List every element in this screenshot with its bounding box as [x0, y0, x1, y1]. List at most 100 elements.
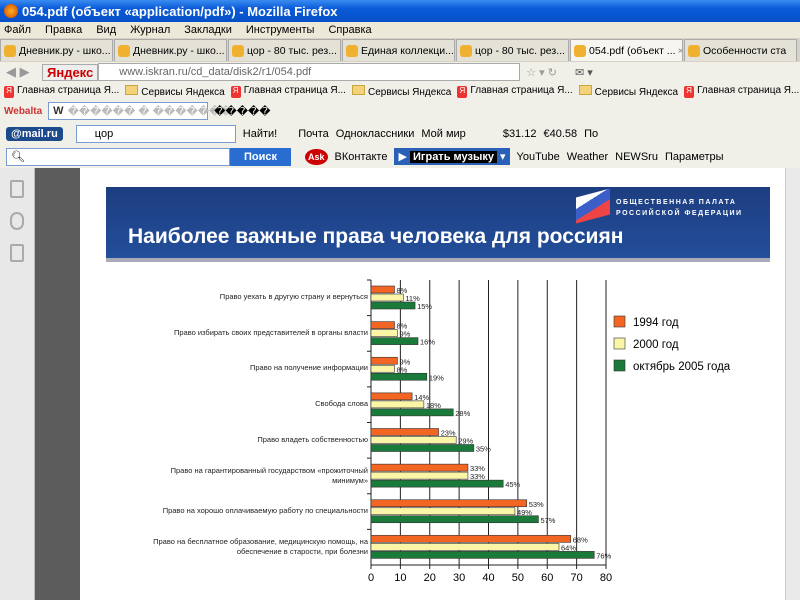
x-tick-label: 70 [571, 572, 583, 584]
x-tick-label: 10 [394, 572, 406, 584]
data-label: 33% [470, 472, 485, 481]
tab-favicon-icon [574, 44, 586, 57]
mailru-toolbar: @mail.ru цор Найти! Почта Одноклассники … [0, 122, 800, 145]
tab[interactable]: Дневник.ру - шко...× [0, 39, 113, 61]
tab-favicon-icon [688, 44, 700, 57]
newsru-link[interactable]: NEWSru [615, 151, 658, 163]
menu-item[interactable]: Журнал [130, 24, 170, 36]
legend-swatch [613, 315, 626, 328]
settings-link[interactable]: Параметры [665, 151, 724, 163]
ask-toolbar: 🔍︎ Поиск Ask ВКонтакте ▶ Играть музыку ▾… [0, 145, 800, 168]
ask-icon[interactable]: Ask [305, 148, 328, 165]
bar [370, 356, 398, 365]
webalta-search-input[interactable]: W ������ � ������� [48, 102, 232, 120]
tab[interactable]: 054.pdf (объект ...× [570, 39, 683, 61]
category-label: Право на гарантированный государством «п… [170, 466, 368, 486]
bookmark-item[interactable]: Сервисы Яндекса [578, 84, 679, 98]
tab[interactable]: цор - 80 тыс. рез...× [456, 39, 569, 61]
bar [370, 479, 504, 488]
back-forward-icon[interactable]: ◀ ▶ [6, 64, 30, 80]
folder-icon [351, 84, 365, 95]
close-tab-icon[interactable]: × [337, 45, 340, 57]
mail-icon[interactable]: ✉ ▾ [575, 66, 593, 79]
x-tick-label: 60 [541, 572, 553, 584]
play-music-button[interactable]: ▶ Играть музыку ▾ [394, 148, 510, 165]
legend-label: октябрь 2005 года [633, 361, 731, 373]
vertical-scrollbar[interactable] [785, 168, 800, 600]
window-title: 054.pdf (объект «application/pdf») - Moz… [22, 3, 338, 19]
bookmark-item[interactable]: Сервисы Яндекса [351, 84, 451, 98]
x-tick-label: 40 [482, 572, 494, 584]
close-tab-icon[interactable]: × [565, 45, 568, 57]
x-tick-label: 20 [424, 572, 436, 584]
close-tab-icon[interactable]: × [111, 45, 112, 57]
bar [370, 444, 475, 452]
category-label: Право уехать в другую страну и вернуться [219, 292, 368, 301]
bar [370, 499, 527, 508]
bar [370, 285, 395, 294]
menu-item[interactable]: Закладки [184, 24, 232, 36]
category-label: Право на бесплатное образование, медицин… [153, 537, 368, 557]
tab[interactable]: цор - 80 тыс. рез...× [228, 39, 341, 61]
pdf-gutter [35, 168, 80, 600]
bar [370, 463, 469, 472]
mail-link[interactable]: Почта [298, 128, 329, 140]
window-title-bar: 054.pdf (объект «application/pdf») - Moz… [0, 0, 800, 22]
tab[interactable]: Единая коллекци...× [342, 39, 455, 61]
bar [370, 428, 439, 436]
vkontakte-link[interactable]: ВКонтакте [335, 151, 388, 163]
mailru-search-input[interactable]: цор [75, 124, 236, 143]
tab-label: 054.pdf (объект ... [589, 44, 676, 57]
data-label: 28% [455, 409, 470, 418]
toolbar-search-input[interactable]: 🔍︎ [6, 147, 230, 166]
menu-item[interactable]: Справка [328, 24, 371, 36]
webalta-field-text: ������ � ������� [67, 105, 232, 118]
yandex-icon: Я [684, 85, 695, 98]
bookmark-label: Главная страница Я... [470, 84, 573, 96]
bookmark-item[interactable]: Я Главная страница Я... [230, 85, 346, 98]
close-tab-icon[interactable]: × [676, 45, 682, 57]
category-label: Право избирать своих представителей в ор… [173, 327, 368, 337]
bookmark-item[interactable]: Я Главная страница Я... [457, 84, 573, 98]
menu-item[interactable]: Инструменты [246, 24, 315, 36]
url-input[interactable]: www.iskran.ru/cd_data/disk2/r1/054.pdf [98, 63, 521, 81]
menu-item[interactable]: Файл [4, 24, 31, 36]
category-label: Право на хорошо оплачиваемую работу по с… [162, 505, 368, 515]
menu-item[interactable]: Вид [96, 24, 116, 36]
close-tab-icon[interactable]: × [225, 45, 226, 57]
moy-mir-link[interactable]: Мой мир [421, 128, 465, 140]
pages-icon[interactable] [10, 180, 24, 198]
yandex-icon: Я [230, 85, 241, 98]
bookmark-star-icon[interactable]: ☆ ▾ ↻ [526, 66, 557, 79]
search-binoculars-icon[interactable] [10, 244, 24, 262]
menu-item[interactable]: Правка [45, 24, 82, 36]
youtube-link[interactable]: YouTube [517, 151, 560, 163]
attachment-icon[interactable] [10, 212, 24, 230]
data-label: 15% [417, 302, 432, 311]
tab[interactable]: Дневник.ру - шко...× [114, 39, 227, 61]
close-tab-icon[interactable]: × [454, 45, 455, 57]
bookmark-item[interactable]: Я Главная страница Я... [684, 85, 799, 98]
bookmark-label: Сервисы Яндекса [594, 86, 679, 98]
bar [370, 515, 539, 524]
weather-link[interactable]: Weather [567, 151, 608, 163]
bookmark-item[interactable]: Сервисы Яндекса [125, 84, 225, 98]
odnoklassniki-link[interactable]: Одноклассники [336, 128, 415, 140]
bar [370, 436, 457, 444]
bookmark-label: Сервисы Яндекса [141, 86, 225, 98]
find-button[interactable]: Найти! [243, 128, 277, 140]
tab[interactable]: Особенности ста [684, 39, 797, 61]
bar [370, 535, 572, 543]
mailru-query: цор [94, 127, 114, 140]
x-tick-label: 0 [368, 572, 374, 584]
yandex-button[interactable]: Яндекс [42, 63, 99, 81]
tab-label: Особенности ста [703, 44, 787, 57]
bar [370, 293, 404, 302]
legend-swatch [613, 337, 626, 350]
firefox-icon [4, 4, 18, 18]
data-label: 64% [561, 543, 576, 552]
bookmark-item[interactable]: Я Главная страница Я... [4, 85, 119, 98]
bar-chart: 0 10 20 30 40 50 60 70 808%11%15%8%9%16%9%8%19%1… [367, 279, 731, 584]
mailru-logo[interactable]: @mail.ru [6, 126, 63, 141]
search-button[interactable]: Поиск [230, 147, 292, 166]
